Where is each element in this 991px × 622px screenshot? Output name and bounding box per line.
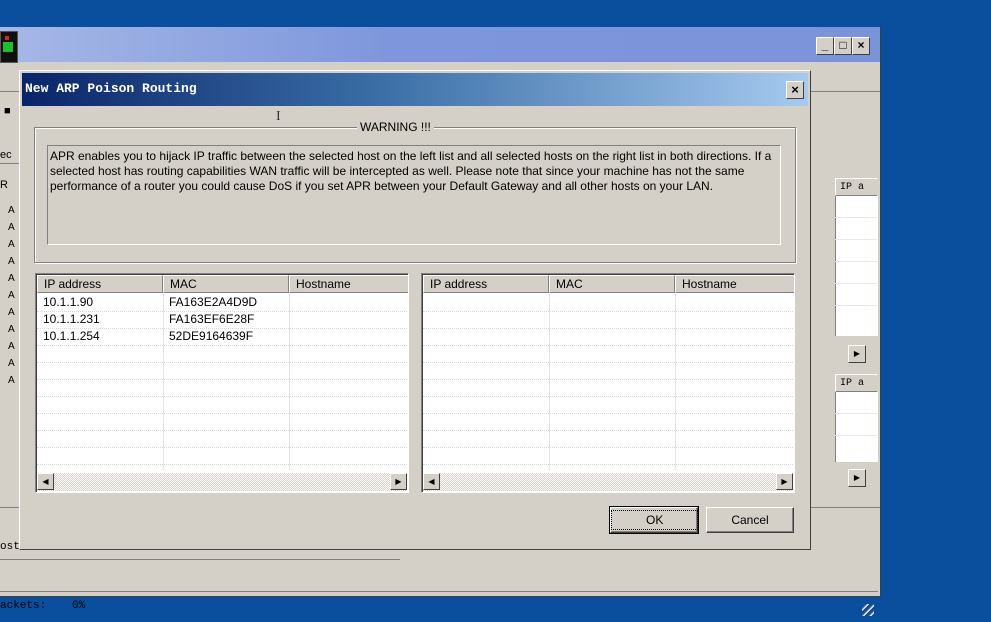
warning-group: WARNING !!! APR enables you to hijack IP… xyxy=(34,120,796,263)
list-item: A xyxy=(8,358,15,369)
list-item: A xyxy=(8,256,15,267)
ok-label: OK xyxy=(611,510,699,530)
table-row[interactable]: 10.1.1.254 52DE9164639F xyxy=(37,328,407,346)
bottom-tabs[interactable] xyxy=(0,559,400,586)
status-bar: ackets: 0% xyxy=(0,591,878,620)
mac-cell: FA163EF6E28F xyxy=(169,312,255,326)
close-icon[interactable]: × xyxy=(852,37,870,55)
scroll-right-icon[interactable]: ▶ xyxy=(776,473,793,490)
left-list-body: 10.1.1.90 FA163E2A4D9D 10.1.1.231 FA163E… xyxy=(37,294,407,470)
column-header-ip[interactable]: IP address xyxy=(423,275,549,293)
resize-grip-icon[interactable] xyxy=(862,604,874,616)
ip-cell: 10.1.1.231 xyxy=(43,312,100,326)
table-row[interactable]: 10.1.1.90 FA163E2A4D9D xyxy=(37,294,407,312)
status-label: ackets: xyxy=(0,600,47,612)
left-host-list[interactable]: IP address MAC Hostname 10.1.1.90 FA163E… xyxy=(35,273,409,493)
list-item: A xyxy=(8,273,15,284)
maximize-icon[interactable]: □ xyxy=(834,37,852,55)
dialog-titlebar[interactable]: New ARP Poison Routing × xyxy=(22,73,808,106)
tab-fragment[interactable]: ec xyxy=(0,149,12,161)
list-item: A xyxy=(8,341,15,352)
list-item: A xyxy=(8,222,15,233)
warning-text[interactable]: APR enables you to hijack IP traffic bet… xyxy=(47,145,781,245)
scroll-right-icon[interactable]: ▶ xyxy=(390,473,407,490)
bg-list-pane-bottom xyxy=(835,392,878,462)
column-header-ip[interactable]: IP address xyxy=(37,275,163,293)
right-list-header: IP address MAC Hostname xyxy=(423,275,794,293)
scroll-left-icon[interactable]: ◀ xyxy=(423,473,440,490)
right-list-hscrollbar[interactable]: ◀ ▶ xyxy=(423,473,793,491)
toolbar-icon[interactable]: ■ xyxy=(4,105,11,117)
scroll-right-icon[interactable]: ▶ xyxy=(848,469,866,487)
text-cursor-icon: I xyxy=(276,109,281,124)
left-list-hscrollbar[interactable]: ◀ ▶ xyxy=(37,473,407,491)
scroll-right-icon[interactable]: ▶ xyxy=(848,345,866,363)
dialog-title: New ARP Poison Routing xyxy=(25,81,197,96)
close-icon[interactable]: × xyxy=(786,81,804,99)
list-item: A xyxy=(8,239,15,250)
ip-cell: 10.1.1.90 xyxy=(43,295,94,309)
right-host-list[interactable]: IP address MAC Hostname ◀ ▶ xyxy=(421,273,795,493)
minimize-icon[interactable]: _ xyxy=(816,37,834,55)
column-header-mac[interactable]: MAC xyxy=(549,275,675,293)
warning-legend: WARNING !!! xyxy=(357,120,434,134)
column-header-hostname[interactable]: Hostname xyxy=(675,275,794,293)
left-list-header: IP address MAC Hostname xyxy=(37,275,408,293)
background-titlebar[interactable]: _ □ × xyxy=(0,27,880,63)
ip-cell: 10.1.1.254 xyxy=(43,329,100,343)
app-icon[interactable] xyxy=(0,31,18,63)
cancel-button[interactable]: Cancel xyxy=(706,507,794,533)
list-item: A xyxy=(8,205,15,216)
column-header-mac[interactable]: MAC xyxy=(163,275,289,293)
bg-column-header-ip[interactable]: IP a xyxy=(835,178,877,196)
right-list-body xyxy=(423,294,793,470)
table-row[interactable]: 10.1.1.231 FA163EF6E28F xyxy=(37,311,407,329)
background-host-list: A A A A A A A A A A A xyxy=(0,205,18,465)
ok-button[interactable]: OK xyxy=(609,506,699,534)
status-value: 0% xyxy=(72,600,86,612)
column-fragment: R xyxy=(0,179,8,191)
tab-fragment-hosts[interactable]: ost xyxy=(0,541,20,553)
mac-cell: 52DE9164639F xyxy=(169,329,254,343)
mac-cell: FA163E2A4D9D xyxy=(169,295,258,309)
column-header-hostname[interactable]: Hostname xyxy=(289,275,408,293)
list-item: A xyxy=(8,290,15,301)
list-item: A xyxy=(8,324,15,335)
list-item: A xyxy=(8,375,15,386)
bg-column-header-ip-2[interactable]: IP a xyxy=(835,374,877,392)
scroll-left-icon[interactable]: ◀ xyxy=(37,473,54,490)
arp-poison-routing-dialog: New ARP Poison Routing × I WARNING !!! A… xyxy=(19,70,811,550)
list-item: A xyxy=(8,307,15,318)
